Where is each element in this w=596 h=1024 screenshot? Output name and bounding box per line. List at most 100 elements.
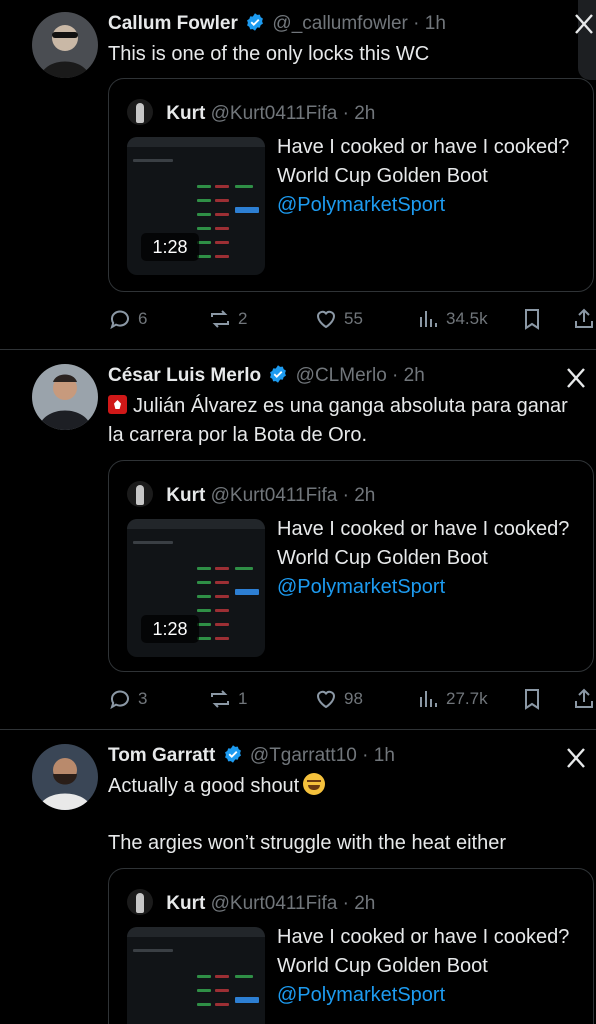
bookmark-button[interactable]: [520, 684, 544, 714]
reply-button[interactable]: 6: [108, 304, 147, 334]
timestamp[interactable]: 1h: [425, 13, 446, 34]
bookmark-button[interactable]: [520, 304, 544, 334]
user-handle[interactable]: @_callumfowler: [272, 13, 407, 34]
reply-count: 3: [138, 689, 148, 708]
rolling-laughing-emoji-icon: [303, 773, 326, 795]
repost-button[interactable]: 1: [208, 684, 247, 714]
quote-timestamp: 2h: [354, 893, 376, 914]
repost-count: 1: [238, 689, 248, 708]
display-name[interactable]: Callum Fowler: [108, 13, 238, 34]
quote-timestamp: 2h: [354, 103, 376, 124]
repost-icon: [211, 310, 229, 328]
separator-dot: ·: [342, 893, 349, 914]
user-handle[interactable]: @CLMerlo: [296, 365, 387, 386]
verified-badge-icon: [224, 745, 241, 763]
tweet-actions: 3 1 98 27.7k: [108, 684, 596, 714]
share-icon: [575, 688, 593, 708]
timeline-feed: Callum Fowler @_callumfowler · 1h This i…: [0, 0, 596, 1024]
quote-display-name: Kurt: [166, 485, 206, 506]
quote-user-handle: @Kurt0411Fifa: [210, 103, 338, 124]
mention-link[interactable]: @PolymarketSport: [277, 984, 445, 1006]
like-button[interactable]: 55: [314, 304, 363, 334]
mention-link[interactable]: @PolymarketSport: [277, 576, 445, 598]
quote-text: Have I cooked or have I cooked? World Cu…: [277, 133, 577, 220]
video-duration: 1:28: [141, 233, 199, 261]
reply-button[interactable]: 3: [108, 684, 147, 714]
quote-text-body: Have I cooked or have I cooked? World Cu…: [277, 518, 570, 569]
display-name[interactable]: César Luis Merlo: [108, 365, 261, 386]
tweet-header: Tom Garratt @Tgarratt10 · 1h: [108, 744, 395, 768]
repost-button[interactable]: 2: [208, 304, 247, 334]
tweet-text-body: Julián Álvarez es una ganga absoluta par…: [108, 395, 568, 446]
quoted-tweet[interactable]: Kurt @Kurt0411Fifa · 2h 1:28 Have I cook…: [108, 460, 594, 672]
quote-user-handle: @Kurt0411Fifa: [210, 485, 338, 506]
timestamp[interactable]: 1h: [374, 745, 395, 766]
timestamp[interactable]: 2h: [404, 365, 425, 386]
tweet[interactable]: Tom Garratt @Tgarratt10 · 1h Actually a …: [0, 730, 596, 1024]
separator-dot: ·: [342, 485, 349, 506]
like-button[interactable]: 98: [314, 684, 363, 714]
quote-header: Kurt @Kurt0411Fifa · 2h: [127, 889, 375, 916]
video-thumbnail[interactable]: 1:28: [127, 519, 265, 657]
mention-link[interactable]: @PolymarketSport: [277, 194, 445, 216]
reply-icon: [110, 310, 129, 330]
separator-dot: ·: [362, 745, 369, 766]
quote-header: Kurt @Kurt0411Fifa · 2h: [127, 481, 375, 508]
tweet-text: Julián Álvarez es una ganga absoluta par…: [108, 392, 578, 450]
video-thumbnail[interactable]: 1:28: [127, 137, 265, 275]
tweet[interactable]: César Luis Merlo @CLMerlo · 2h Julián Ál…: [0, 350, 596, 730]
views-count: 27.7k: [446, 689, 488, 708]
avatar[interactable]: [32, 744, 98, 810]
repost-icon: [211, 690, 229, 708]
quote-text: Have I cooked or have I cooked? World Cu…: [277, 923, 577, 1010]
tweet-header: César Luis Merlo @CLMerlo · 2h: [108, 364, 425, 388]
share-icon: [575, 308, 593, 328]
verified-badge-icon: [270, 365, 287, 383]
views-button[interactable]: 34.5k: [416, 304, 488, 334]
reply-count: 6: [138, 309, 148, 328]
separator-dot: ·: [392, 365, 399, 386]
quoted-tweet[interactable]: Kurt @Kurt0411Fifa · 2h Have I cooked or…: [108, 868, 594, 1024]
x-logo-icon: [575, 14, 593, 34]
quoted-tweet[interactable]: Kurt @Kurt0411Fifa · 2h 1:28 Have I cook…: [108, 78, 594, 292]
share-button[interactable]: [572, 684, 596, 714]
repost-count: 2: [238, 309, 248, 328]
quote-display-name: Kurt: [166, 103, 206, 124]
like-count: 98: [344, 689, 363, 708]
avatar[interactable]: [32, 364, 98, 430]
quote-avatar: [127, 889, 153, 915]
video-thumbnail[interactable]: [127, 927, 265, 1024]
quote-text-body: Have I cooked or have I cooked? World Cu…: [277, 136, 570, 187]
views-icon: [420, 311, 437, 327]
video-duration: 1:28: [141, 615, 199, 643]
like-count: 55: [344, 309, 363, 328]
quote-display-name: Kurt: [166, 893, 206, 914]
tweet-text: This is one of the only locks this WC: [108, 43, 430, 65]
quote-user-handle: @Kurt0411Fifa: [210, 893, 338, 914]
quote-avatar: [127, 99, 153, 125]
like-icon: [316, 690, 336, 709]
views-count: 34.5k: [446, 309, 488, 328]
user-handle[interactable]: @Tgarratt10: [250, 745, 357, 766]
quote-header: Kurt @Kurt0411Fifa · 2h: [127, 99, 375, 126]
x-logo-icon: [567, 748, 585, 768]
separator-dot: ·: [342, 103, 349, 124]
x-logo-icon: [567, 368, 585, 388]
bookmark-icon: [525, 309, 539, 330]
verified-badge-icon: [247, 13, 264, 31]
display-name[interactable]: Tom Garratt: [108, 745, 215, 766]
tweet-header: Callum Fowler @_callumfowler · 1h: [108, 12, 446, 36]
tweet-actions: 6 2 55 34.5k: [108, 304, 596, 334]
tweet-text: Actually a good shout: [108, 772, 578, 801]
separator-dot: ·: [413, 13, 420, 34]
quote-text: Have I cooked or have I cooked? World Cu…: [277, 515, 577, 602]
quote-avatar: [127, 481, 153, 507]
reply-icon: [110, 690, 129, 710]
quote-text-body: Have I cooked or have I cooked? World Cu…: [277, 926, 570, 977]
tweet[interactable]: Callum Fowler @_callumfowler · 1h This i…: [0, 0, 596, 350]
tweet-text-line2: The argies won’t struggle with the heat …: [108, 832, 506, 854]
avatar[interactable]: [32, 12, 98, 78]
views-button[interactable]: 27.7k: [416, 684, 488, 714]
share-button[interactable]: [572, 304, 596, 334]
views-icon: [420, 691, 437, 707]
